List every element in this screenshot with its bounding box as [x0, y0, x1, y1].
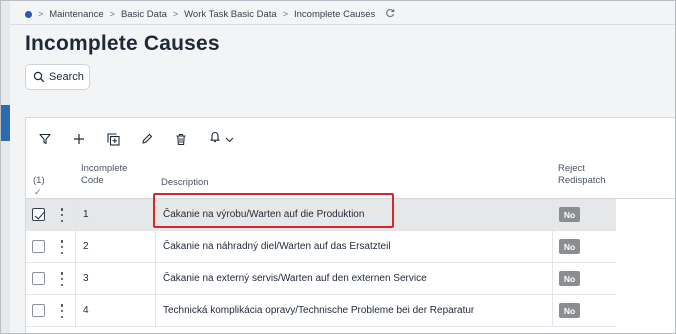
cell-incomplete-code: 3 — [83, 273, 89, 284]
app-frame: > Maintenance > Basic Data > Work Task B… — [0, 0, 676, 334]
select-all-check[interactable]: ✓ — [34, 186, 42, 198]
reject-redispatch-badge: No — [559, 303, 580, 318]
header-divider — [10, 24, 675, 25]
page-title: Incomplete Causes — [25, 32, 220, 55]
duplicate-icon[interactable] — [104, 130, 122, 148]
breadcrumb-separator-icon: > — [172, 9, 179, 19]
table-row[interactable]: 3 Čakanie na externý servis/Warten auf d… — [26, 263, 616, 295]
cell-description[interactable]: Čakanie na náhradný diel/Warten auf das … — [163, 241, 391, 252]
row-menu-icon[interactable] — [59, 304, 65, 318]
column-divider — [75, 295, 76, 327]
column-divider — [155, 199, 156, 231]
column-divider — [75, 199, 76, 231]
column-header-code-line2: Code — [81, 175, 104, 186]
column-divider — [155, 263, 156, 295]
column-divider — [552, 263, 553, 295]
side-navigation-active-indicator — [1, 105, 10, 141]
add-icon[interactable] — [70, 130, 88, 148]
column-divider — [155, 231, 156, 263]
column-header-code-line1: Incomplete — [81, 163, 128, 174]
cell-description[interactable]: Čakanie na externý servis/Warten auf den… — [163, 273, 427, 284]
search-icon — [33, 71, 45, 83]
table-row[interactable]: 2 Čakanie na náhradný diel/Warten auf da… — [26, 231, 616, 263]
breadcrumb-item-maintenance[interactable]: Maintenance — [49, 9, 103, 20]
cell-incomplete-code: 4 — [83, 305, 89, 316]
column-divider — [552, 231, 553, 263]
column-divider — [552, 295, 553, 327]
row-checkbox[interactable] — [32, 304, 45, 317]
row-checkbox[interactable] — [32, 208, 45, 221]
refresh-icon[interactable] — [385, 8, 395, 21]
chevron-down-icon — [225, 130, 234, 148]
column-header-incomplete-code[interactable]: Incomplete Code — [81, 163, 127, 187]
cell-description[interactable]: Čakanie na výrobu/Warten auf die Produkt… — [163, 209, 364, 220]
column-header-reject-redispatch[interactable]: Reject Redispatch — [558, 163, 606, 187]
row-menu-icon[interactable] — [59, 240, 65, 254]
breadcrumb-separator-icon: > — [282, 9, 288, 19]
column-divider — [75, 231, 76, 263]
row-checkbox[interactable] — [32, 240, 45, 253]
row-checkbox[interactable] — [32, 272, 45, 285]
column-header-description[interactable]: Description — [161, 177, 209, 189]
breadcrumb-item-incomplete-causes: Incomplete Causes — [293, 8, 376, 20]
cell-description[interactable]: Technická komplikácia opravy/Technische … — [163, 305, 474, 316]
table-row[interactable]: 4 Technická komplikácia opravy/Technisch… — [26, 295, 616, 327]
column-divider — [155, 295, 156, 327]
incomplete-causes-table: (1) ✓ Incomplete Code Description Reject… — [25, 117, 675, 333]
home-icon[interactable] — [25, 10, 32, 18]
side-navigation-strip[interactable] — [1, 1, 10, 333]
breadcrumb-item-work-task-basic-data[interactable]: Work Task Basic Data — [184, 9, 277, 20]
row-menu-icon[interactable] — [59, 208, 65, 222]
cell-incomplete-code: 1 — [83, 209, 89, 220]
column-divider — [75, 263, 76, 295]
cell-incomplete-code: 2 — [83, 241, 89, 252]
column-header-reject-line2: Redispatch — [558, 175, 606, 186]
notifications-dropdown[interactable] — [206, 130, 236, 148]
table-row[interactable]: 1 Čakanie na výrobu/Warten auf die Produ… — [26, 199, 616, 231]
reject-redispatch-badge: No — [559, 207, 580, 222]
breadcrumb-item-basic-data[interactable]: Basic Data — [121, 9, 167, 20]
filter-icon[interactable] — [36, 130, 54, 148]
column-header-reject-line1: Reject — [558, 163, 585, 174]
breadcrumb-separator-icon: > — [38, 9, 44, 19]
bell-icon — [209, 130, 221, 148]
search-button-label: Search — [49, 71, 84, 83]
breadcrumb: > Maintenance > Basic Data > Work Task B… — [25, 5, 395, 23]
row-menu-icon[interactable] — [59, 272, 65, 286]
table-toolbar — [36, 130, 236, 148]
reject-redispatch-badge: No — [559, 239, 580, 254]
column-divider — [552, 199, 553, 231]
reject-redispatch-badge: No — [559, 271, 580, 286]
edit-icon[interactable] — [138, 130, 156, 148]
delete-icon[interactable] — [172, 130, 190, 148]
search-button[interactable]: Search — [25, 64, 90, 90]
breadcrumb-separator-icon: > — [109, 9, 115, 19]
